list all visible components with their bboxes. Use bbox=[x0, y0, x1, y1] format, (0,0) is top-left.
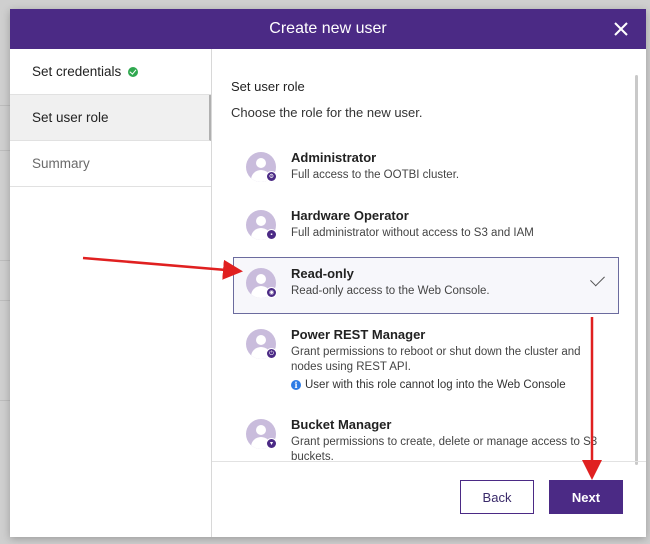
check-circle-icon bbox=[128, 66, 139, 77]
backdrop-line bbox=[0, 150, 10, 151]
section-subtitle: Choose the role for the new user. bbox=[231, 105, 423, 120]
role-name: Administrator bbox=[291, 150, 377, 165]
dialog-titlebar: Create new user bbox=[10, 9, 646, 49]
step-label: Summary bbox=[32, 156, 90, 171]
step-set-user-role[interactable]: Set user role bbox=[10, 95, 211, 141]
role-panel: Set user role Choose the role for the ne… bbox=[212, 49, 646, 537]
role-option-power-rest-manager[interactable]: ⏻ Power REST Manager Grant permissions t… bbox=[233, 318, 619, 404]
role-name: Bucket Manager bbox=[291, 417, 392, 432]
role-option-administrator[interactable]: ⚙ Administrator Full access to the OOTBI… bbox=[233, 141, 619, 195]
role-option-bucket-manager[interactable]: ▾ Bucket Manager Grant permissions to cr… bbox=[233, 408, 619, 468]
info-icon: i bbox=[291, 380, 301, 390]
backdrop-line bbox=[0, 400, 10, 401]
footer-divider bbox=[212, 461, 646, 462]
power-icon: ⏻ bbox=[266, 348, 277, 359]
role-name: Read-only bbox=[291, 266, 354, 281]
create-user-dialog: Create new user Set credentials Set user… bbox=[10, 9, 646, 537]
backdrop-line bbox=[0, 105, 10, 106]
role-name: Power REST Manager bbox=[291, 327, 426, 342]
next-button[interactable]: Next bbox=[549, 480, 623, 514]
role-description: Read-only access to the Web Console. bbox=[291, 285, 490, 297]
role-note: i User with this role cannot log into th… bbox=[291, 379, 608, 391]
step-label: Set user role bbox=[32, 110, 109, 125]
eye-icon: ◉ bbox=[266, 287, 277, 298]
gear-icon: ⚙ bbox=[266, 171, 277, 182]
role-description: Full access to the OOTBI cluster. bbox=[291, 169, 460, 181]
step-summary[interactable]: Summary bbox=[10, 141, 211, 187]
section-title: Set user role bbox=[231, 79, 305, 94]
role-name: Hardware Operator bbox=[291, 208, 409, 223]
server-icon: ▪ bbox=[266, 229, 277, 240]
scrollbar[interactable] bbox=[635, 75, 638, 465]
role-option-hardware-operator[interactable]: ▪ Hardware Operator Full administrator w… bbox=[233, 199, 619, 253]
bucket-icon: ▾ bbox=[266, 438, 277, 449]
step-label: Set credentials bbox=[32, 64, 122, 79]
role-option-read-only[interactable]: ◉ Read-only Read-only access to the Web … bbox=[233, 257, 619, 314]
backdrop-line bbox=[0, 260, 10, 261]
backdrop-line bbox=[0, 300, 10, 301]
step-set-credentials[interactable]: Set credentials bbox=[10, 49, 211, 95]
role-description: Grant permissions to reboot or shut down… bbox=[291, 346, 581, 373]
dialog-title: Create new user bbox=[269, 20, 387, 37]
role-note-text: User with this role cannot log into the … bbox=[305, 379, 566, 391]
role-list: ⚙ Administrator Full access to the OOTBI… bbox=[233, 141, 619, 472]
role-description: Full administrator without access to S3 … bbox=[291, 227, 534, 239]
back-button[interactable]: Back bbox=[460, 480, 534, 514]
wizard-steps: Set credentials Set user role Summary bbox=[10, 49, 212, 537]
close-icon[interactable] bbox=[610, 18, 632, 40]
